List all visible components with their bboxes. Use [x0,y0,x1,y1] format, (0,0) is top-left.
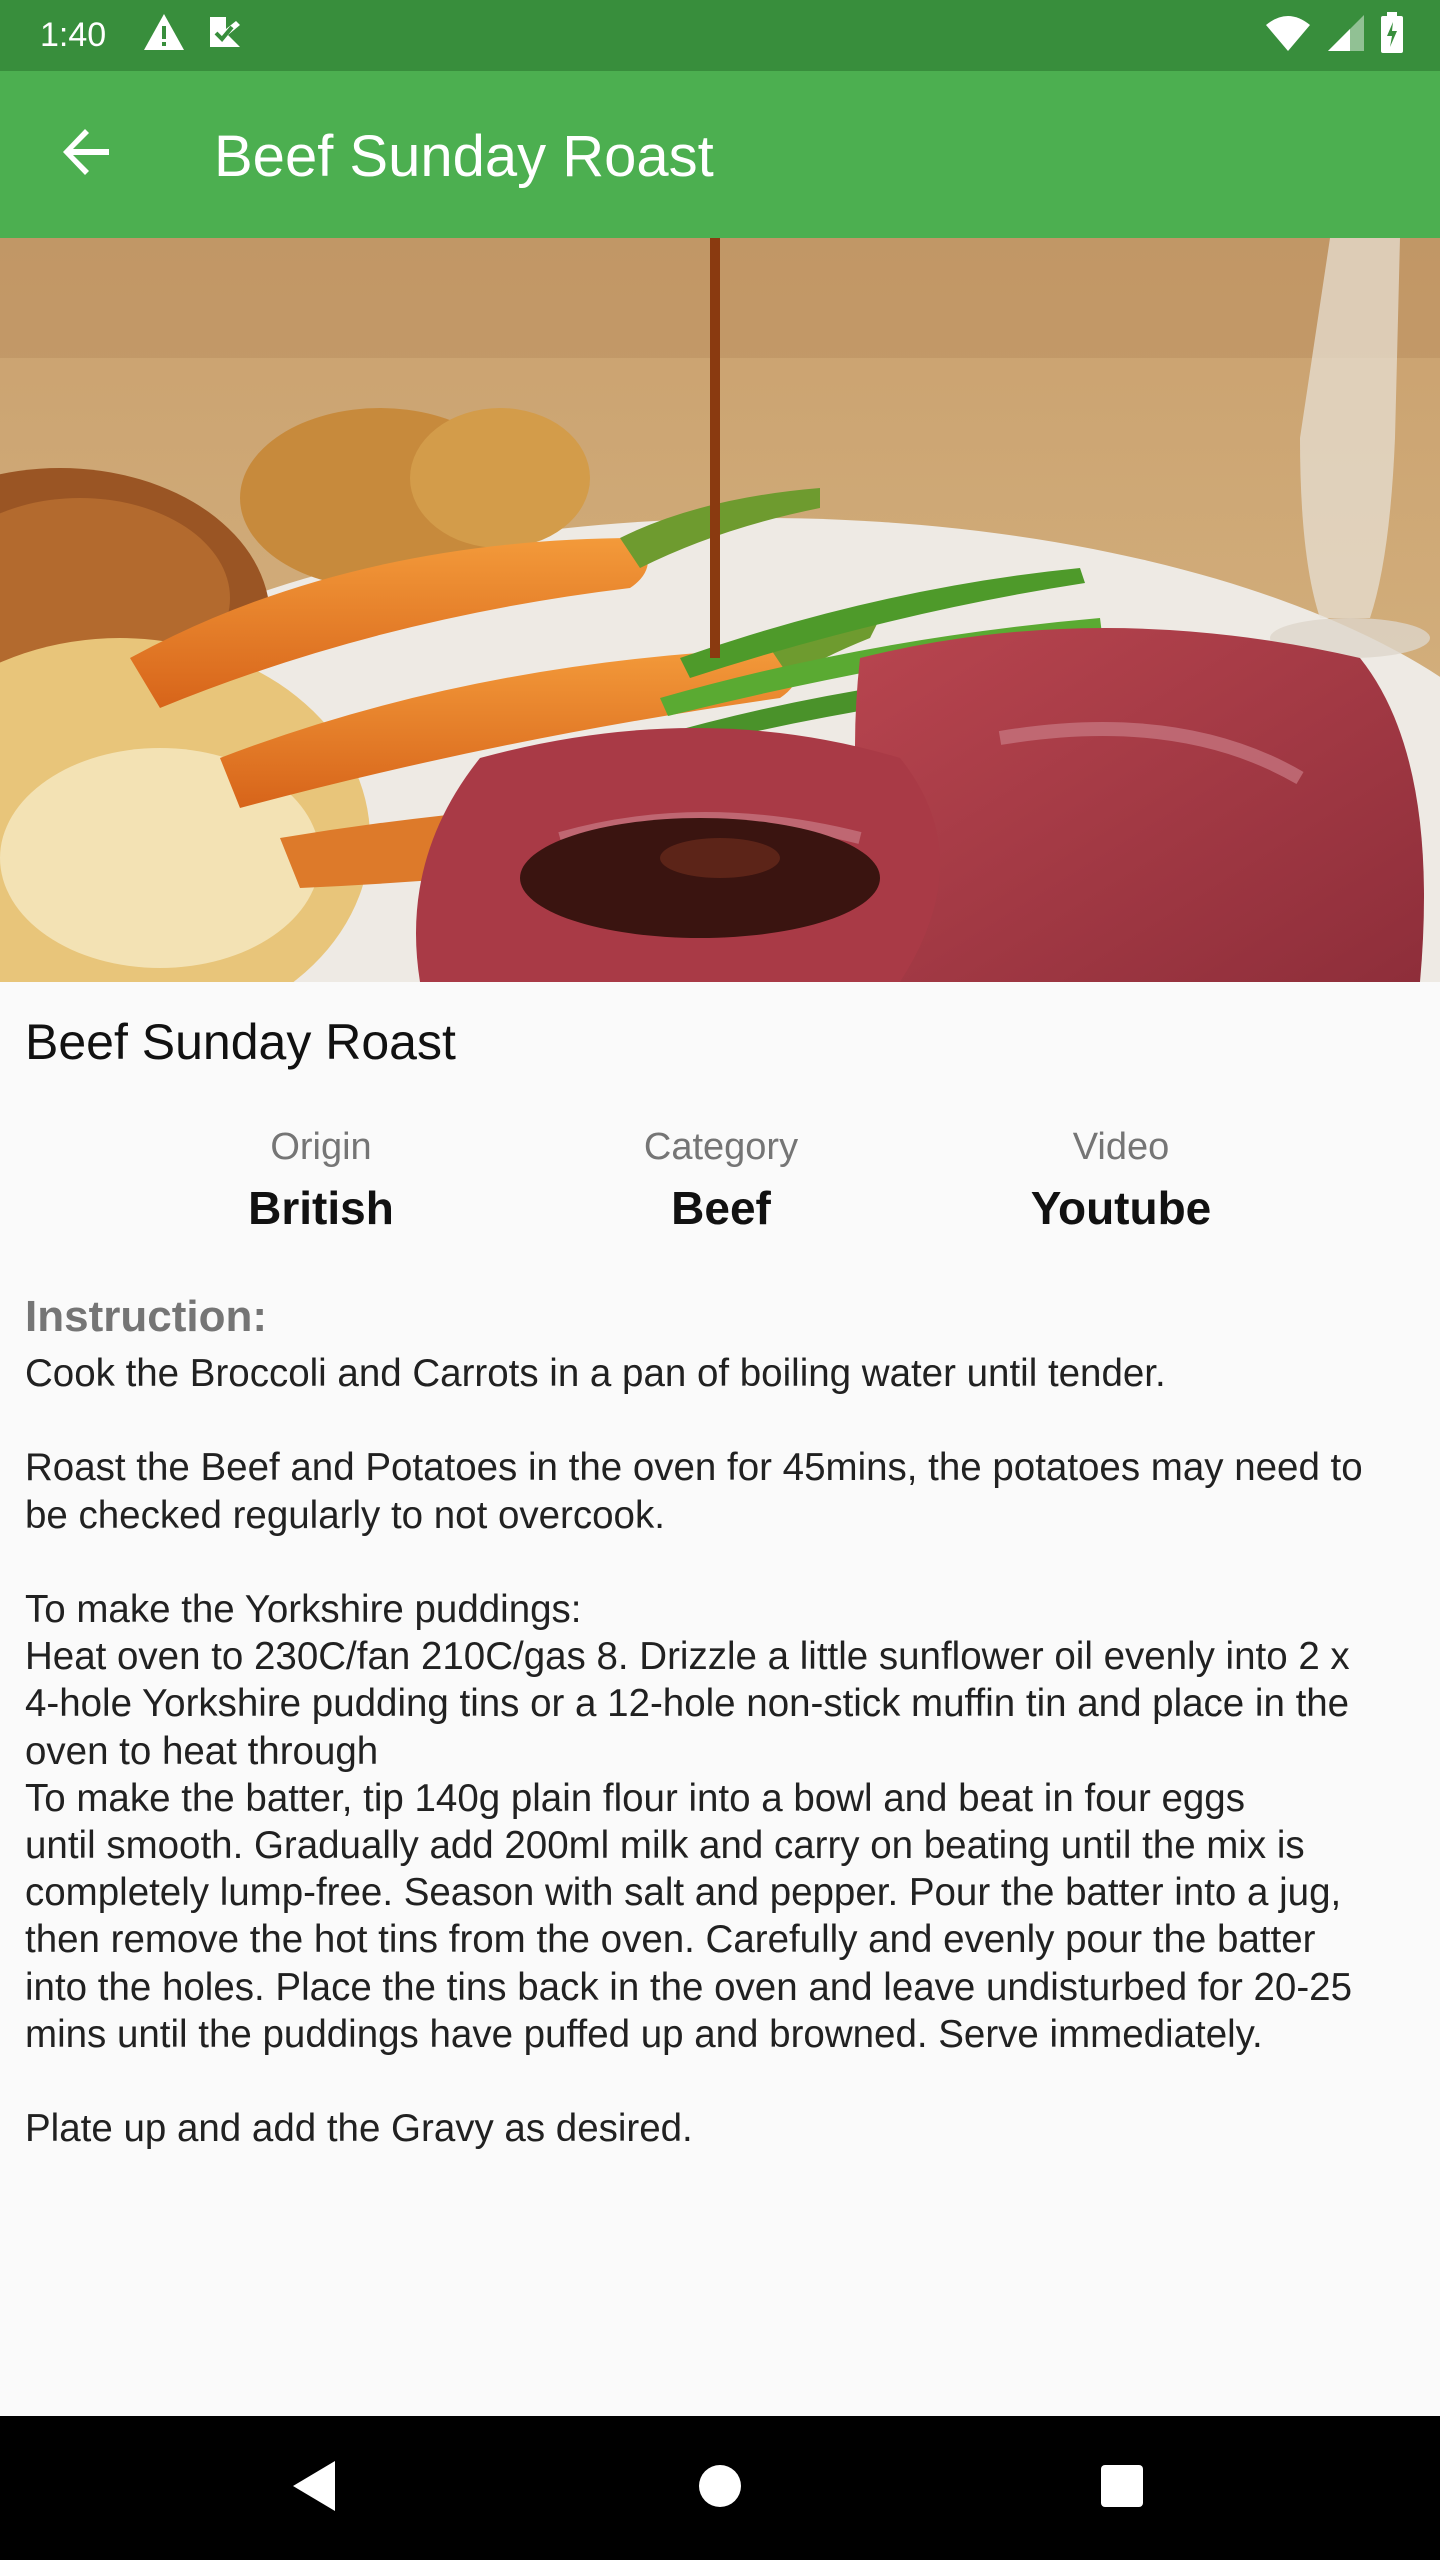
instruction-heading: Instruction: [25,1292,267,1341]
recents-square-icon [1099,2463,1145,2514]
meal-image [0,238,1440,982]
instruction-line: until smooth. Gradually add 200ml milk a… [25,1824,1305,1867]
instruction-line: completely lump-free. Season with salt a… [25,1871,1342,1915]
instruction-line: Heat oven to 230C/fan 210C/gas 8. Drizzl… [25,1635,1350,1679]
instruction-line: oven to heat through [25,1729,379,1773]
instruction-line: 4-hole Yorkshire pudding tins or a 12-ho… [25,1682,1350,1726]
status-time: 1:40 [40,16,107,54]
status-left-icons [142,12,244,57]
instruction-line: be checked regularly to not overcook. [25,1493,665,1537]
instruction-line: mins until the puddings have puffed up a… [25,2012,1263,2056]
signal-icon [1326,13,1366,58]
app-bar: Beef Sunday Roast [0,71,1440,238]
instruction-line [25,1397,1420,1444]
category-info: Category Beef [521,1124,921,1236]
origin-label: Origin [270,1126,372,1168]
status-right-icons [1264,12,1404,59]
origin-value: British [248,1182,394,1234]
instruction-line: Roast the Beef and Potatoes in the oven … [25,1446,1363,1490]
category-label: Category [643,1126,799,1168]
navigation-bar [0,2416,1440,2560]
instruction-line: Cook the Broccoli and Carrots in a pan o… [25,1352,1166,1395]
status-bar: 1:40 [0,0,1440,71]
origin-info: Origin British [121,1124,521,1236]
nav-back-button[interactable] [272,2446,356,2530]
nav-recents-button[interactable] [1080,2446,1164,2530]
instruction-line: then remove the hot tins from the oven. … [25,1918,1316,1962]
back-triangle-icon [289,2459,339,2518]
battery-icon [1380,12,1404,59]
video-link[interactable]: Youtube [921,1180,1321,1236]
instruction-line: To make the batter, tip 140g plain flour… [25,1776,1245,1820]
wifi-icon [1264,13,1312,58]
warning-icon [142,12,186,57]
video-label: Video [1072,1126,1170,1168]
instruction-line: To make the Yorkshire puddings: [25,1587,582,1631]
instruction-line [25,1539,1420,1586]
arrow-back-icon [61,126,113,183]
instructions-text: Cook the Broccoli and Carrots in a pan o… [25,1350,1420,2152]
meal-title: Beef Sunday Roast [25,1014,456,1070]
instruction-line: into the holes. Place the tins back in t… [25,1965,1352,2009]
home-circle-icon [697,2463,743,2514]
notification-icon [206,13,244,56]
instruction-line: Plate up and add the Gravy as desired. [25,2107,693,2151]
back-button[interactable] [42,109,132,199]
category-value: Beef [671,1182,771,1234]
instruction-line [25,2058,1420,2105]
nav-home-button[interactable] [678,2446,762,2530]
app-bar-title: Beef Sunday Roast [214,124,714,189]
video-info[interactable]: Video Youtube [921,1124,1321,1236]
